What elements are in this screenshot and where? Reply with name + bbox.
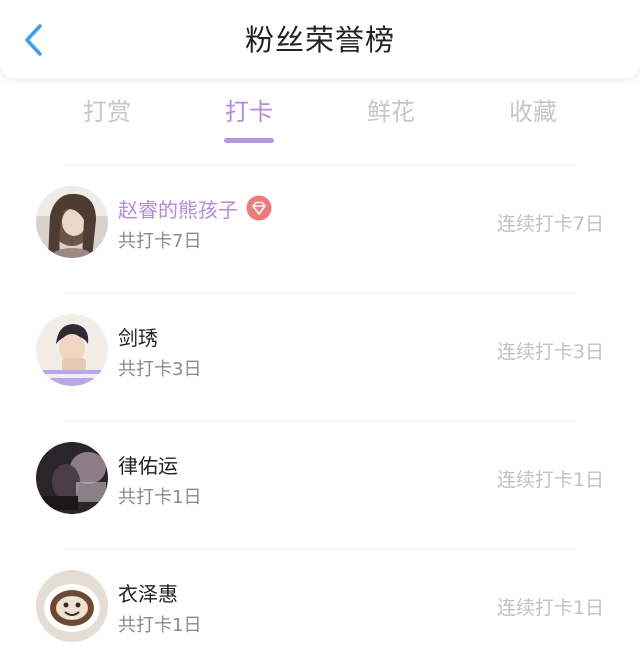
list-item[interactable]: 衣泽惠 共打卡1日 连续打卡1日: [0, 549, 640, 650]
total-checkins: 共打卡3日: [118, 359, 202, 380]
fan-name[interactable]: 律佑运: [118, 450, 178, 479]
name-line: 剑琇: [118, 321, 158, 351]
fan-name[interactable]: 赵睿的熊孩子: [118, 194, 238, 223]
avatar[interactable]: [36, 314, 108, 386]
avatar-photo-1: [36, 186, 108, 258]
tab-flowers[interactable]: 鲜花: [320, 90, 462, 150]
avatar-photo-3: [36, 442, 108, 514]
total-checkins: 共打卡1日: [118, 615, 202, 636]
page-title: 粉丝荣誉榜: [244, 23, 395, 57]
fan-name[interactable]: 剑琇: [118, 322, 158, 351]
list-item[interactable]: 赵睿的熊孩子 共打卡7日 连续打卡7日: [0, 165, 640, 292]
tab-checkin[interactable]: 打卡: [178, 90, 320, 150]
fan-honor-screen: 粉丝荣誉榜 打赏 打卡 鲜花 收藏 赵睿的熊孩子 共打卡7日 连续打卡7日 剑琇…: [0, 0, 640, 650]
streak-checkins: 连续打卡3日: [496, 341, 604, 363]
avatar-photo-4: [36, 570, 108, 642]
name-line: 律佑运: [118, 449, 178, 479]
streak-checkins: 连续打卡7日: [496, 213, 604, 235]
total-checkins: 共打卡1日: [118, 487, 202, 508]
list-item[interactable]: 律佑运 共打卡1日 连续打卡1日: [0, 421, 640, 548]
list-item[interactable]: 剑琇 共打卡3日 连续打卡3日: [0, 293, 640, 420]
avatar[interactable]: [36, 442, 108, 514]
header-bar: 粉丝荣誉榜: [0, 0, 640, 78]
tab-favorites[interactable]: 收藏: [462, 90, 604, 150]
tab-reward[interactable]: 打赏: [36, 90, 178, 150]
streak-checkins: 连续打卡1日: [496, 469, 604, 491]
total-checkins: 共打卡7日: [118, 231, 202, 252]
diamond-icon: [246, 195, 272, 221]
tab-bar: 打赏 打卡 鲜花 收藏: [36, 90, 604, 150]
avatar[interactable]: [36, 186, 108, 258]
fan-list: 赵睿的熊孩子 共打卡7日 连续打卡7日 剑琇 共打卡3日 连续打卡3日 律佑运 …: [0, 164, 640, 650]
streak-checkins: 连续打卡1日: [496, 597, 604, 619]
name-line: 衣泽惠: [118, 577, 178, 607]
avatar-photo-2: [36, 314, 108, 386]
name-line: 赵睿的熊孩子: [118, 193, 272, 223]
avatar[interactable]: [36, 570, 108, 642]
fan-name[interactable]: 衣泽惠: [118, 578, 178, 607]
